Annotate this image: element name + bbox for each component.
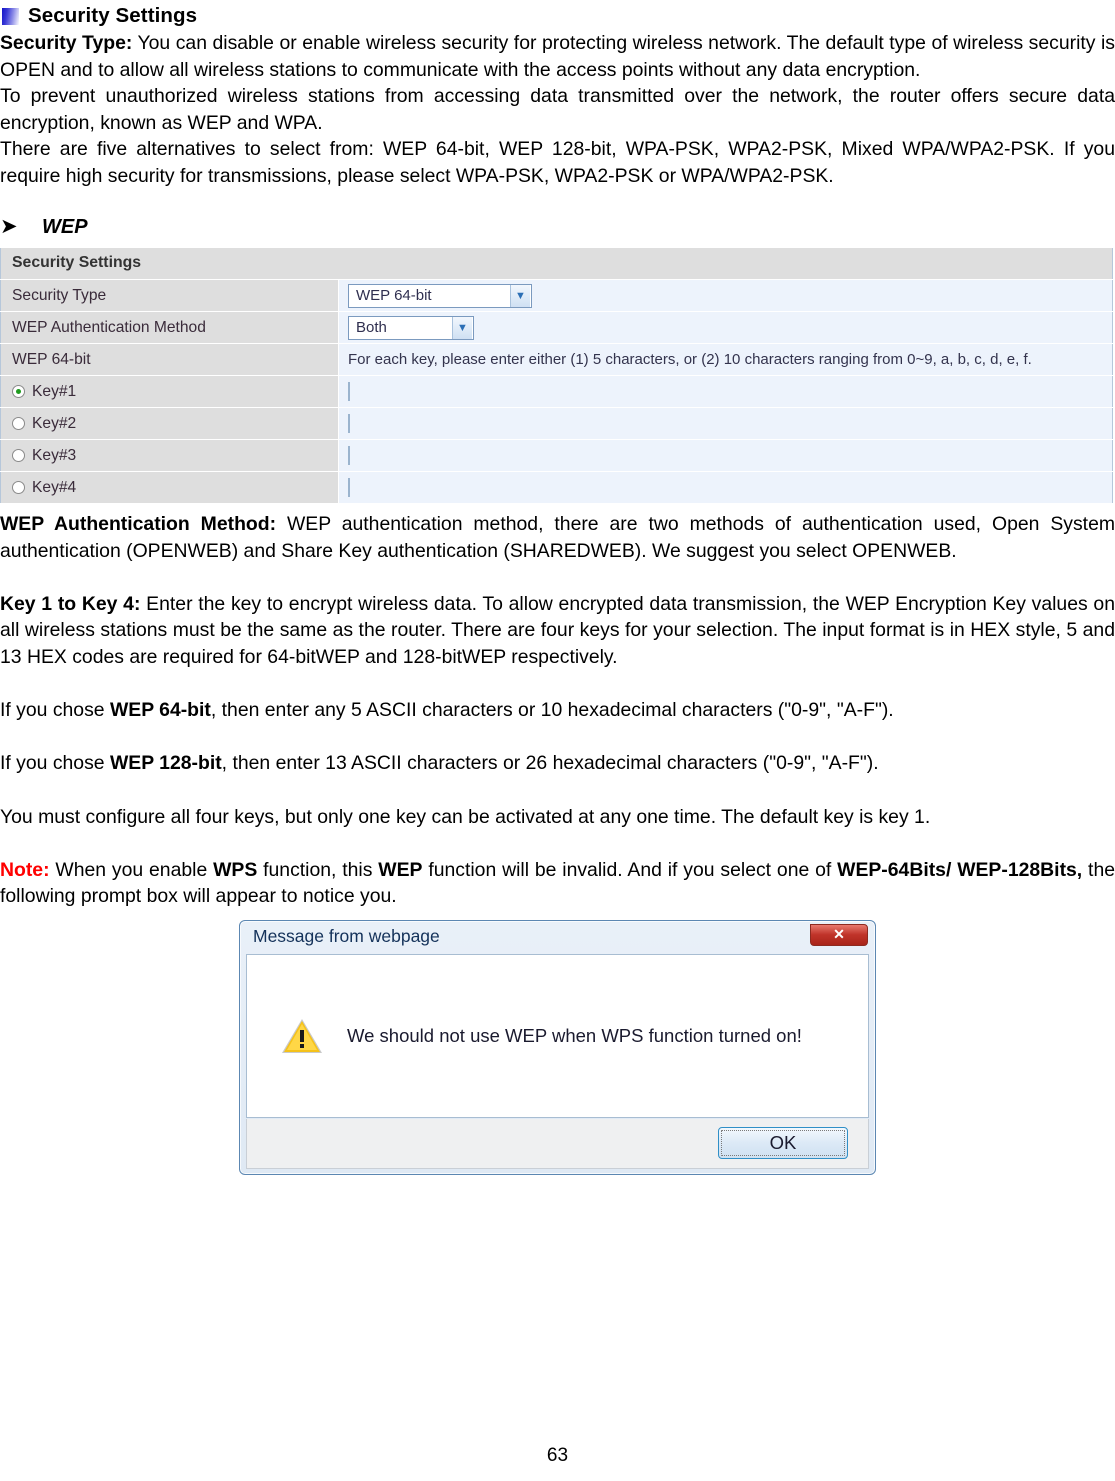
dialog-footer: OK bbox=[246, 1118, 869, 1169]
paragraph-chose-wep128: If you chose WEP 128-bit, then enter 13 … bbox=[0, 750, 1115, 777]
warning-triangle-icon bbox=[282, 1018, 322, 1053]
close-x-icon[interactable]: ✕ bbox=[810, 923, 868, 946]
row-label-wep-64bit: WEP 64-bit bbox=[0, 343, 339, 377]
table-row: Key#4 bbox=[0, 471, 1113, 505]
row-label-security-type: Security Type bbox=[0, 279, 339, 313]
paragraph-security-type: Security Type: You can disable or enable… bbox=[0, 30, 1115, 83]
note-label: Note: bbox=[0, 858, 50, 881]
wep-64bit-hint-text: For each key, please enter either (1) 5 … bbox=[348, 350, 1032, 368]
key3-input[interactable] bbox=[348, 445, 350, 465]
row-value-wep-auth-method: Both ▼ bbox=[338, 311, 1113, 345]
chevron-right-arrow-icon: ➤ bbox=[0, 214, 18, 238]
table-header-label: Security Settings bbox=[0, 247, 1113, 281]
row-label-wep-auth-method: WEP Authentication Method bbox=[0, 311, 339, 345]
paragraph-note: Note: When you enable WPS function, this… bbox=[0, 857, 1115, 910]
page-title: Security Settings bbox=[28, 4, 198, 27]
row-label-key2: Key#2 bbox=[0, 407, 339, 441]
chose64-pre: If you chose bbox=[0, 699, 110, 722]
key4-label: Key#4 bbox=[32, 478, 77, 496]
blue-square-bullet-icon bbox=[2, 7, 19, 25]
paragraph-key1-to-key4: Key 1 to Key 4: Enter the key to encrypt… bbox=[0, 591, 1115, 671]
note-b1: WPS bbox=[213, 858, 258, 881]
row-label-key4: Key#4 bbox=[0, 471, 339, 505]
key1to4-term: Key 1 to Key 4: bbox=[0, 592, 141, 615]
key1-label: Key#1 bbox=[32, 382, 77, 400]
key2-label: Key#2 bbox=[32, 414, 77, 432]
row-value-security-type: WEP 64-bit ▼ bbox=[338, 279, 1113, 313]
chose128-bold: WEP 128-bit bbox=[109, 752, 222, 775]
page-number: 63 bbox=[546, 1445, 569, 1466]
chose128-pre: If you chose bbox=[0, 752, 110, 775]
table-row-security-type: Security Type WEP 64-bit ▼ bbox=[0, 279, 1113, 313]
security-type-term: Security Type: bbox=[0, 32, 133, 54]
row-label-key3: Key#3 bbox=[0, 439, 339, 473]
security-type-text: You can disable or enable wireless secur… bbox=[0, 32, 1115, 81]
dialog-title: Message from webpage bbox=[253, 925, 440, 946]
key4-radio[interactable] bbox=[12, 481, 25, 495]
security-type-select[interactable]: WEP 64-bit ▼ bbox=[348, 283, 532, 308]
chevron-down-icon: ▼ bbox=[452, 316, 472, 339]
key1-radio[interactable] bbox=[12, 385, 25, 399]
chose128-post: , then enter 13 ASCII characters or 26 h… bbox=[221, 752, 879, 775]
page-heading: Security Settings bbox=[0, 0, 1115, 30]
wep-auth-method-select-value: Both bbox=[356, 319, 387, 337]
dialog-screenshot-wrapper: Message from webpage ✕ We should not use… bbox=[0, 919, 1115, 1175]
security-type-select-value: WEP 64-bit bbox=[356, 287, 432, 305]
key2-input[interactable] bbox=[348, 413, 350, 433]
subheading-wep-label: WEP bbox=[42, 215, 88, 238]
chevron-down-icon: ▼ bbox=[510, 284, 530, 307]
note-p1: When you enable bbox=[49, 858, 214, 881]
key3-label: Key#3 bbox=[32, 446, 77, 464]
document-page: Security Settings Security Type: You can… bbox=[0, 0, 1115, 1481]
row-label-key1: Key#1 bbox=[0, 375, 339, 409]
table-row: Key#2 bbox=[0, 407, 1113, 441]
key1to4-text: Enter the key to encrypt wireless data. … bbox=[0, 592, 1115, 669]
dialog-message: We should not use WEP when WPS function … bbox=[347, 1024, 802, 1046]
security-settings-table: Security Settings Security Type WEP 64-b… bbox=[0, 247, 1113, 505]
table-row-wep-64bit-hint: WEP 64-bit For each key, please enter ei… bbox=[0, 343, 1113, 377]
table-row-wep-auth-method: WEP Authentication Method Both ▼ bbox=[0, 311, 1113, 345]
key1-input[interactable] bbox=[348, 381, 350, 401]
paragraph-five-alternatives: There are five alternatives to select fr… bbox=[0, 138, 1115, 187]
note-p3: function will be invalid. And if you sel… bbox=[422, 858, 838, 881]
chose64-post: , then enter any 5 ASCII characters or 1… bbox=[210, 699, 894, 722]
ok-button[interactable]: OK bbox=[718, 1127, 848, 1160]
wep-auth-method-select[interactable]: Both ▼ bbox=[348, 315, 474, 340]
chose64-bold: WEP 64-bit bbox=[109, 699, 211, 722]
paragraph-prevent-unauthorized: To prevent unauthorized wireless station… bbox=[0, 85, 1115, 134]
paragraph-wep-auth-method: WEP Authentication Method: WEP authentic… bbox=[0, 511, 1115, 564]
table-row: Key#1 bbox=[0, 375, 1113, 409]
note-p2: function, this bbox=[257, 858, 379, 881]
table-row: Key#3 bbox=[0, 439, 1113, 473]
key4-input[interactable] bbox=[348, 477, 350, 497]
key2-radio[interactable] bbox=[12, 417, 25, 431]
dialog-body: We should not use WEP when WPS function … bbox=[246, 953, 869, 1118]
key3-radio[interactable] bbox=[12, 449, 25, 463]
paragraph-chose-wep64: If you chose WEP 64-bit, then enter any … bbox=[0, 697, 1115, 724]
paragraph-four-keys: You must configure all four keys, but on… bbox=[0, 805, 931, 828]
table-header-row: Security Settings bbox=[0, 247, 1113, 281]
subheading-wep: ➤ WEP bbox=[0, 214, 1115, 239]
note-b3: WEP-64Bits/ WEP-128Bits, bbox=[837, 858, 1083, 881]
message-dialog: Message from webpage ✕ We should not use… bbox=[239, 919, 876, 1175]
note-b2: WEP bbox=[378, 858, 423, 881]
wep-auth-term: WEP Authentication Method: bbox=[0, 513, 277, 536]
